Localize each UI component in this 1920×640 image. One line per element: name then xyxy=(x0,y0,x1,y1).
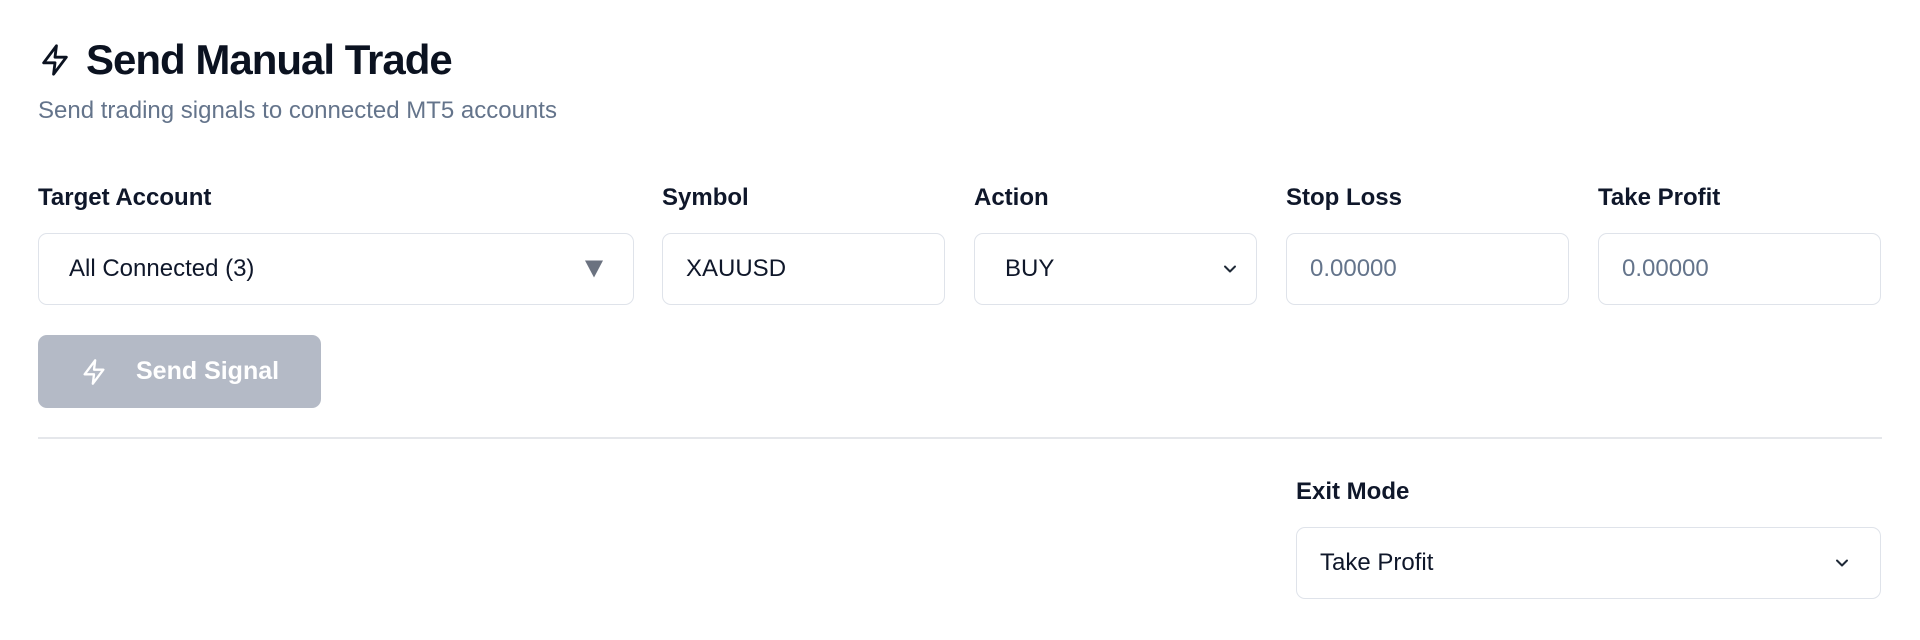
page-title: Send Manual Trade xyxy=(86,36,453,83)
page-subtitle: Send trading signals to connected MT5 ac… xyxy=(38,97,557,124)
exit-mode-value: Take Profit xyxy=(1320,549,1434,576)
send-manual-trade-panel: Send Manual Trade Send trading signals t… xyxy=(0,0,1920,640)
send-signal-button[interactable]: Send Signal xyxy=(38,335,321,408)
exit-mode-label: Exit Mode xyxy=(1296,478,1410,505)
symbol-label: Symbol xyxy=(662,184,749,211)
take-profit-input[interactable]: 0.00000 xyxy=(1598,233,1881,305)
target-account-label: Target Account xyxy=(38,184,212,211)
chevron-down-icon xyxy=(1220,259,1240,279)
exit-mode-select[interactable]: Take Profit xyxy=(1296,527,1881,599)
stop-loss-input[interactable]: 0.00000 xyxy=(1286,233,1569,305)
lightning-icon xyxy=(38,43,72,77)
lightning-icon xyxy=(80,358,108,386)
page-header: Send Manual Trade xyxy=(38,34,453,86)
section-divider xyxy=(38,437,1882,439)
caret-down-icon xyxy=(585,260,603,278)
stop-loss-label: Stop Loss xyxy=(1286,184,1403,211)
send-signal-label: Send Signal xyxy=(136,357,280,385)
take-profit-label: Take Profit xyxy=(1598,184,1721,211)
symbol-value: XAUUSD xyxy=(686,255,787,282)
action-value: BUY xyxy=(1005,255,1055,282)
target-account-select[interactable]: All Connected (3) xyxy=(38,233,634,305)
action-select[interactable]: BUY xyxy=(974,233,1257,305)
target-account-value: All Connected (3) xyxy=(69,255,255,282)
symbol-input[interactable]: XAUUSD xyxy=(662,233,945,305)
take-profit-placeholder: 0.00000 xyxy=(1622,255,1709,282)
action-label: Action xyxy=(974,184,1049,211)
stop-loss-placeholder: 0.00000 xyxy=(1310,255,1397,282)
chevron-down-icon xyxy=(1832,553,1852,573)
